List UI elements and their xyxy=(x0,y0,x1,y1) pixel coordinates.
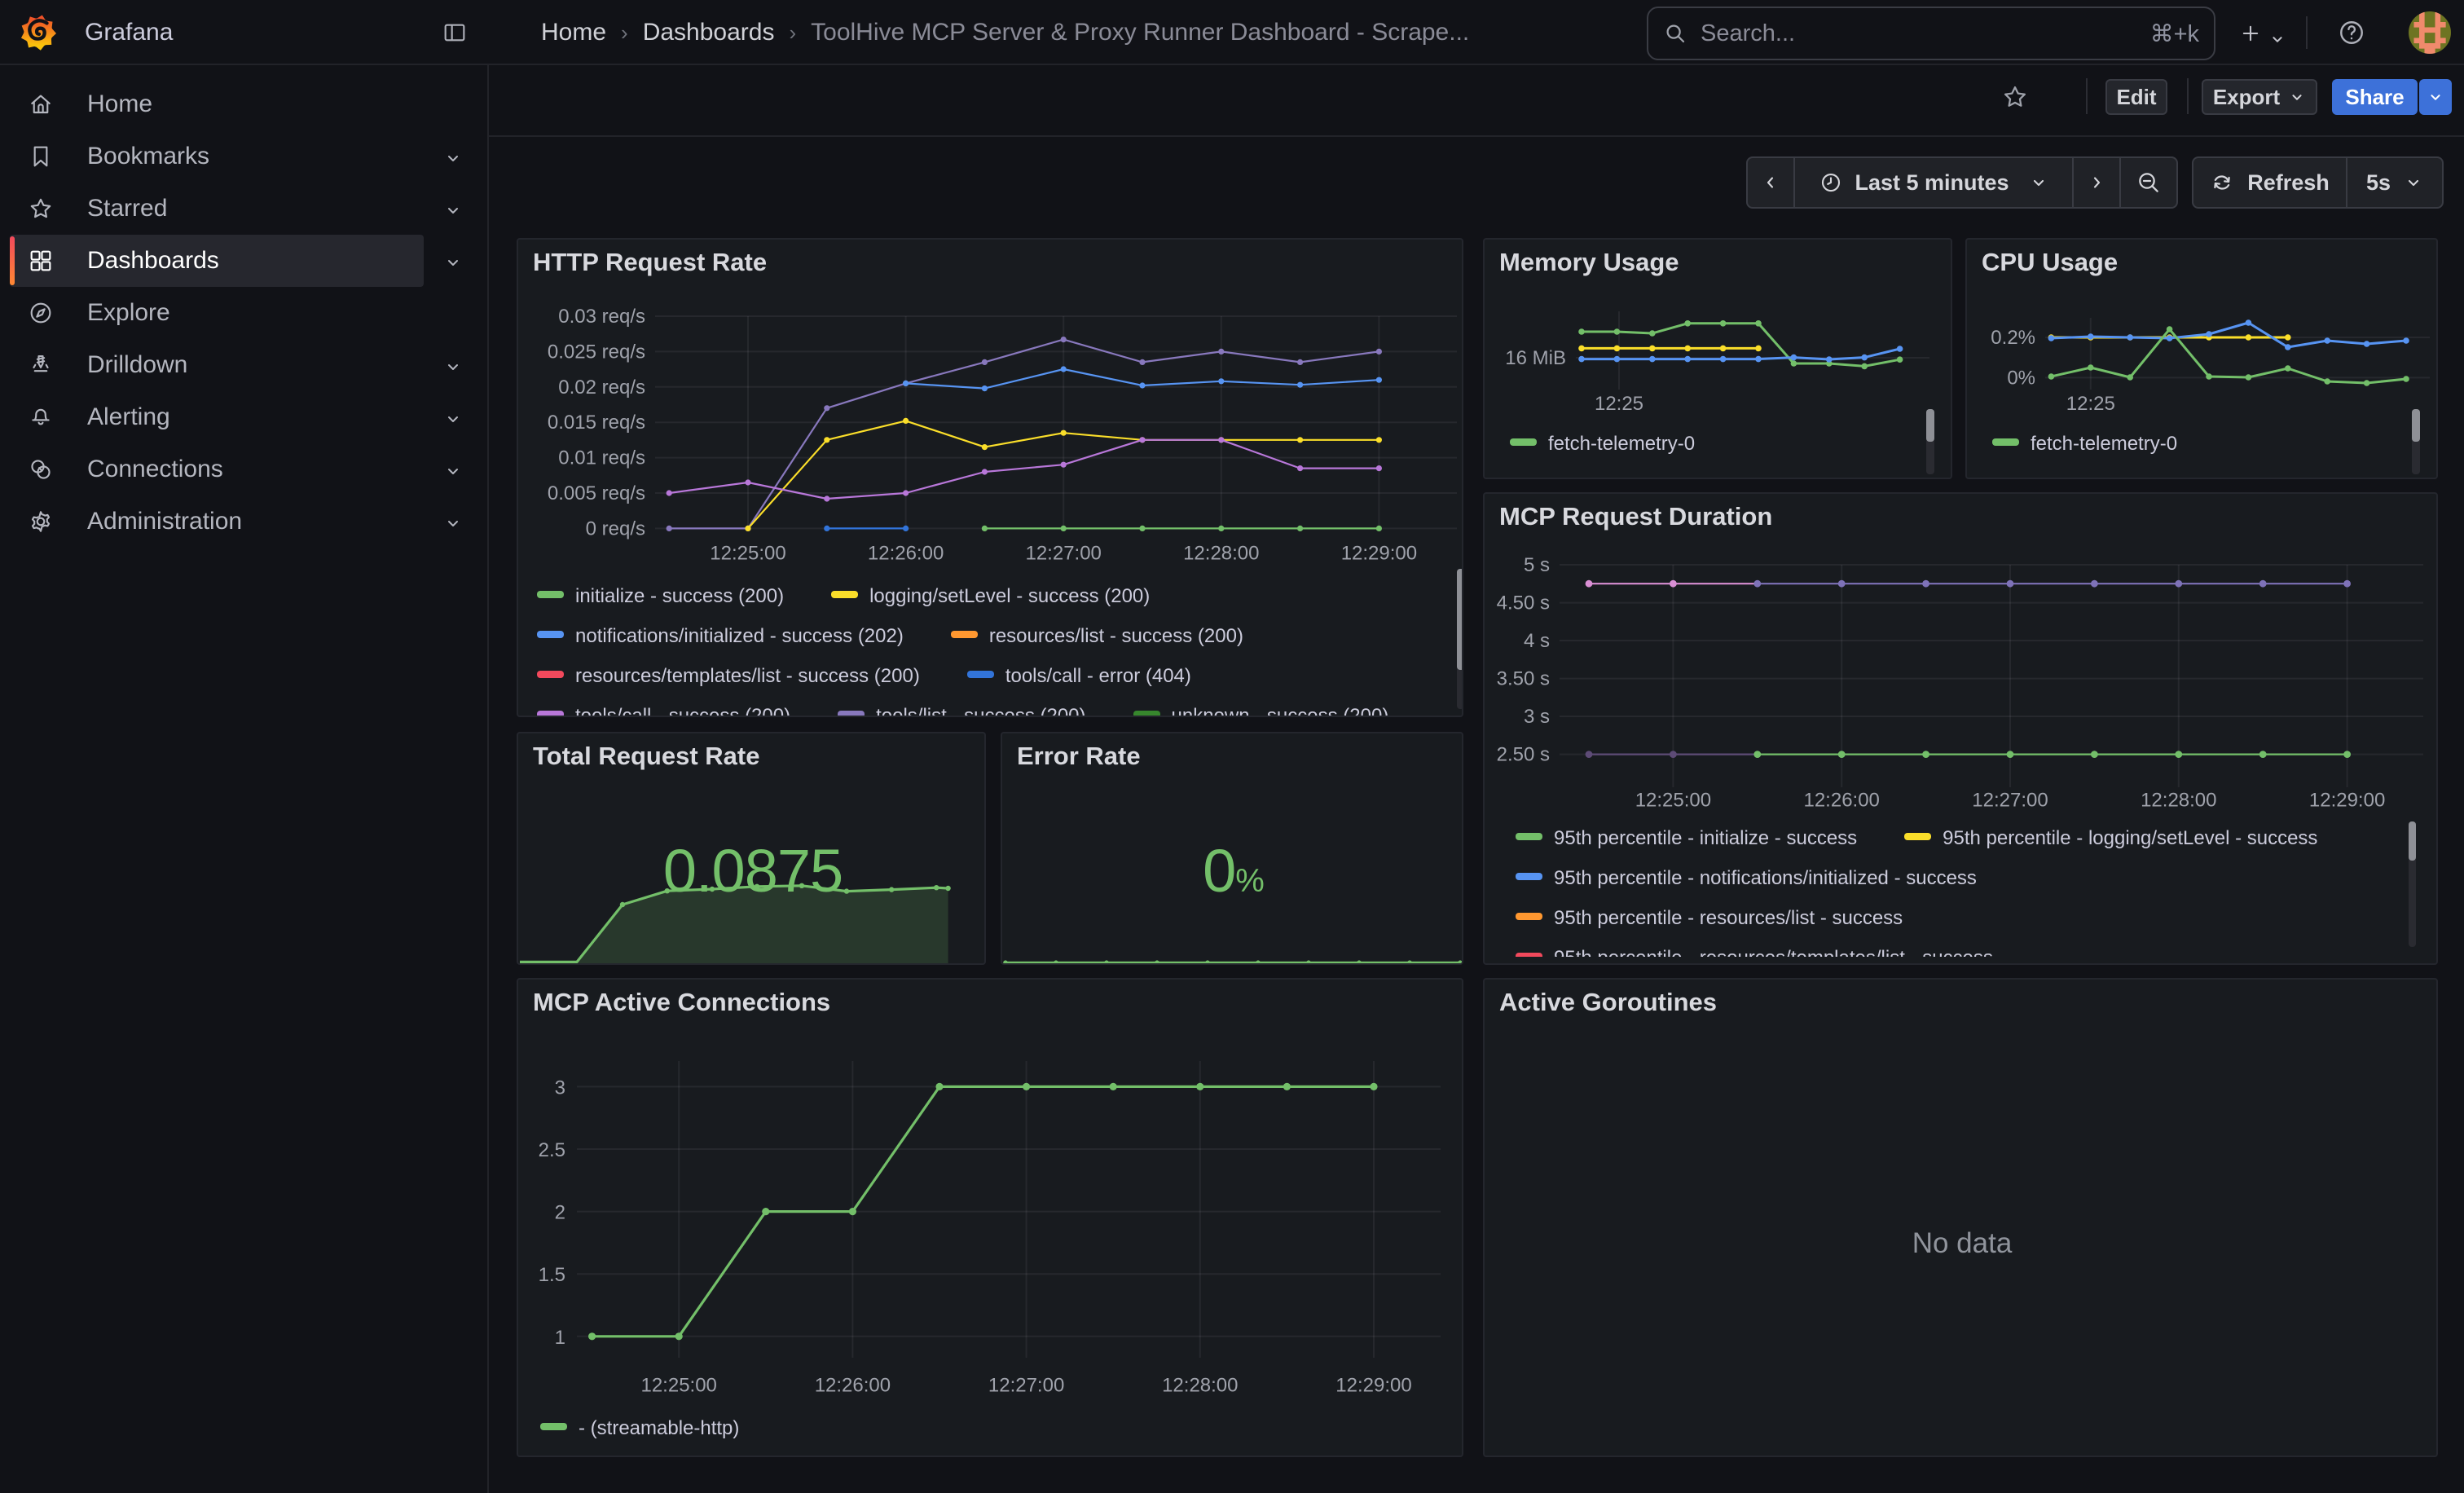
svg-text:1: 1 xyxy=(555,1327,565,1349)
svg-text:12:26:00: 12:26:00 xyxy=(815,1375,891,1397)
svg-text:12:25:00: 12:25:00 xyxy=(640,1375,716,1397)
svg-text:3.50 s: 3.50 s xyxy=(1497,668,1550,690)
svg-text:12:28:00: 12:28:00 xyxy=(2141,789,2216,811)
svg-text:12:27:00: 12:27:00 xyxy=(988,1375,1064,1397)
svg-text:0 req/s: 0 req/s xyxy=(586,517,645,540)
svg-text:12:25: 12:25 xyxy=(2066,393,2115,415)
svg-text:12:25: 12:25 xyxy=(1595,393,1643,415)
svg-text:5 s: 5 s xyxy=(1524,554,1550,576)
svg-text:12:26:00: 12:26:00 xyxy=(1803,789,1879,811)
svg-text:0.03 req/s: 0.03 req/s xyxy=(558,306,645,328)
svg-text:12:25:00: 12:25:00 xyxy=(710,543,785,565)
svg-text:12:27:00: 12:27:00 xyxy=(1972,789,2048,811)
svg-text:0%: 0% xyxy=(2007,367,2035,389)
svg-text:12:29:00: 12:29:00 xyxy=(1335,1375,1411,1397)
svg-text:0.02 req/s: 0.02 req/s xyxy=(558,377,645,399)
svg-text:2: 2 xyxy=(555,1202,565,1224)
svg-text:0.025 req/s: 0.025 req/s xyxy=(548,341,645,363)
svg-text:1.5: 1.5 xyxy=(539,1264,565,1286)
svg-text:0.01 req/s: 0.01 req/s xyxy=(558,447,645,469)
svg-text:2.5: 2.5 xyxy=(539,1139,565,1161)
svg-text:2.50 s: 2.50 s xyxy=(1497,744,1550,766)
svg-text:16 MiB: 16 MiB xyxy=(1505,347,1566,369)
svg-text:0.2%: 0.2% xyxy=(1991,327,2035,349)
svg-text:4 s: 4 s xyxy=(1524,630,1550,652)
svg-text:0.015 req/s: 0.015 req/s xyxy=(548,412,645,434)
svg-text:12:26:00: 12:26:00 xyxy=(868,543,944,565)
svg-text:12:28:00: 12:28:00 xyxy=(1183,543,1259,565)
svg-text:12:25:00: 12:25:00 xyxy=(1635,789,1711,811)
svg-text:3: 3 xyxy=(555,1077,565,1099)
svg-text:4.50 s: 4.50 s xyxy=(1497,592,1550,614)
svg-text:12:29:00: 12:29:00 xyxy=(1341,543,1417,565)
svg-text:0.005 req/s: 0.005 req/s xyxy=(548,482,645,504)
svg-text:12:27:00: 12:27:00 xyxy=(1025,543,1101,565)
svg-text:12:28:00: 12:28:00 xyxy=(1162,1375,1238,1397)
svg-text:12:29:00: 12:29:00 xyxy=(2309,789,2385,811)
svg-text:3 s: 3 s xyxy=(1524,706,1550,728)
